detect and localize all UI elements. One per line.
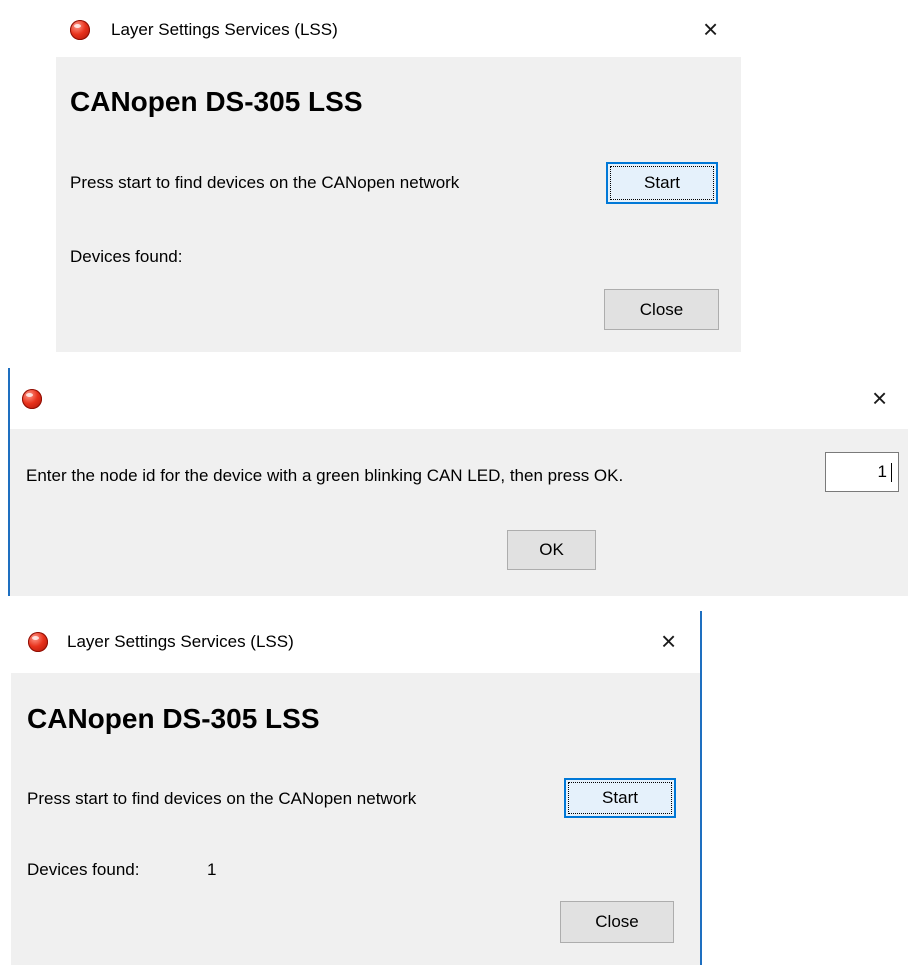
node-id-dialog: × Enter the node id for the device with … — [8, 368, 908, 596]
instruction-text: Press start to find devices on the CANop… — [70, 173, 460, 192]
node-id-input[interactable]: 1 — [825, 452, 899, 492]
node-id-prompt: Enter the node id for the device with a … — [26, 466, 624, 485]
lss-dialog-result: Layer Settings Services (LSS) × CANopen … — [11, 611, 702, 965]
dialog-heading: CANopen DS-305 LSS — [27, 703, 320, 734]
start-button[interactable]: Start — [564, 778, 676, 818]
close-icon[interactable]: × — [872, 385, 887, 411]
app-icon — [28, 632, 48, 652]
dialog-client-area: CANopen DS-305 LSS Press start to find d… — [56, 57, 741, 352]
close-icon[interactable]: × — [703, 16, 718, 42]
window-title: Layer Settings Services (LSS) — [111, 20, 338, 39]
close-icon[interactable]: × — [661, 628, 676, 654]
devices-found-label: Devices found: — [27, 860, 140, 879]
title-bar[interactable]: × — [10, 368, 908, 429]
devices-found-value: 1 — [207, 860, 217, 879]
app-icon — [70, 20, 90, 40]
close-button[interactable]: Close — [560, 901, 674, 943]
lss-dialog-initial: Layer Settings Services (LSS) × CANopen … — [56, 0, 741, 352]
close-button[interactable]: Close — [604, 289, 719, 330]
title-bar[interactable]: Layer Settings Services (LSS) × — [11, 611, 700, 673]
dialog-heading: CANopen DS-305 LSS — [70, 86, 363, 117]
dialog-client-area: Enter the node id for the device with a … — [10, 429, 908, 596]
start-button[interactable]: Start — [606, 162, 718, 204]
ok-button[interactable]: OK — [507, 530, 596, 570]
title-bar[interactable]: Layer Settings Services (LSS) × — [56, 0, 741, 57]
instruction-text: Press start to find devices on the CANop… — [27, 789, 417, 808]
dialog-client-area: CANopen DS-305 LSS Press start to find d… — [11, 673, 700, 965]
devices-found-label: Devices found: — [70, 247, 183, 266]
app-icon — [22, 389, 42, 409]
window-title: Layer Settings Services (LSS) — [67, 632, 294, 651]
text-caret — [891, 463, 892, 482]
